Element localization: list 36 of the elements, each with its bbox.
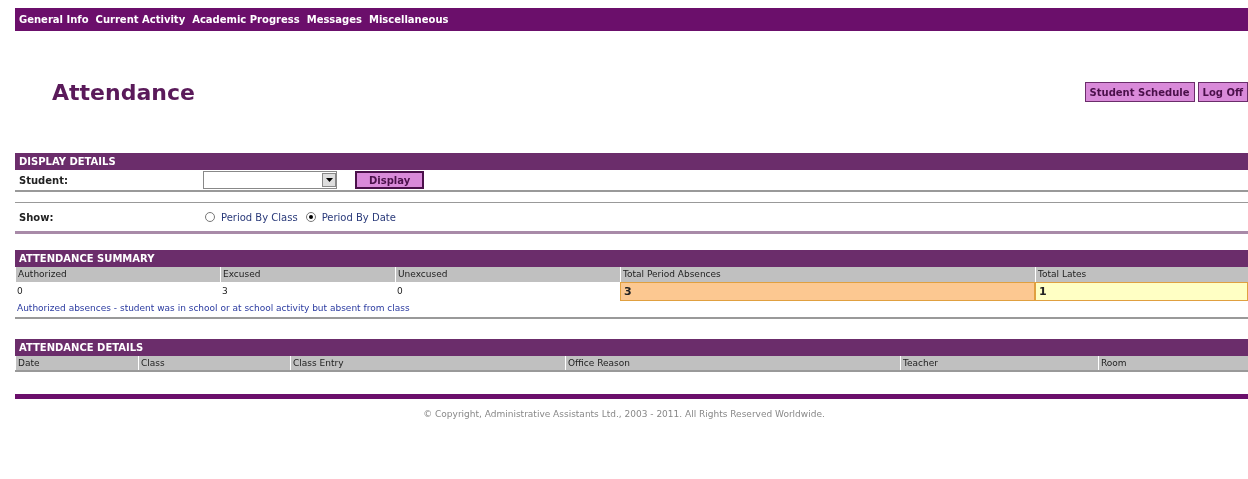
radio-label: Period By Class [221, 210, 298, 225]
page-title: Attendance [52, 78, 195, 107]
section-header: ATTENDANCE SUMMARY [15, 250, 1248, 267]
radio-label: Period By Date [321, 210, 396, 225]
column-header: Unexcused [395, 267, 620, 282]
radio-button[interactable] [205, 212, 215, 222]
nav-link[interactable]: Miscellaneous [368, 12, 449, 27]
summary-cell: 3 [620, 282, 1035, 301]
nav-link[interactable]: Academic Progress [192, 12, 300, 27]
nav-link[interactable]: Current Activity [95, 12, 186, 27]
note-text: Authorized absences - student was in school or at school activity but absent from class [16, 302, 410, 316]
column-header: Office Reason [565, 356, 900, 370]
column-header: Excused [220, 267, 395, 282]
field-label: Show: [18, 210, 55, 225]
nav-link[interactable]: General Info [19, 12, 89, 27]
section-header: DISPLAY DETAILS [15, 153, 1248, 170]
section-header: ATTENDANCE DETAILS [15, 339, 1248, 356]
column-header: Class Entry [290, 356, 565, 370]
column-header: Date [15, 356, 138, 370]
table-cell-text: 3 [221, 285, 229, 298]
column-header: Authorized [15, 267, 220, 282]
nav-link[interactable]: Messages [306, 12, 362, 27]
copyright-text: © Copyright, Administrative Assistants Ltd., 2003 - 2011. All Rights Reserved Worldwide. [423, 409, 825, 419]
student-select[interactable] [203, 171, 337, 189]
column-header: Class [138, 356, 290, 370]
summary-cell: 1 [1035, 282, 1248, 301]
column-header: Teacher [900, 356, 1098, 370]
field-label: Student: [18, 173, 69, 188]
header-button[interactable]: Log Off [1197, 82, 1248, 102]
display-button[interactable]: Display [355, 171, 425, 189]
table-cell-text: 0 [16, 285, 24, 298]
dropdown-caret-icon [322, 173, 336, 187]
column-header: Room [1098, 356, 1248, 370]
header-button[interactable]: Student Schedule [1084, 82, 1195, 102]
table-cell-text: 0 [396, 285, 404, 298]
radio-button[interactable] [305, 212, 316, 222]
